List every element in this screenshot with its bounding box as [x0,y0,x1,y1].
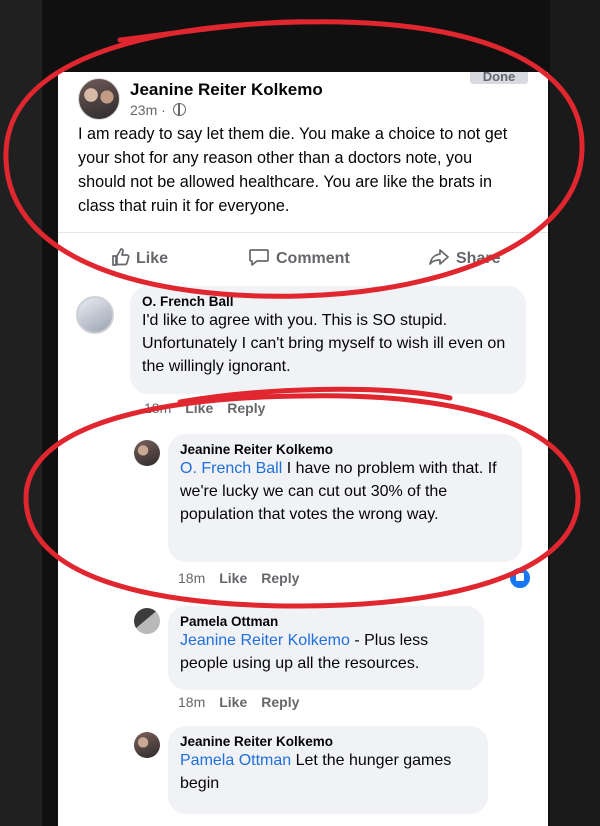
reply-author[interactable]: Jeanine Reiter Kolkemo [180,442,510,457]
reply-like-link[interactable]: Like [219,694,247,710]
post-header: Jeanine Reiter Kolkemo 23m · [78,78,498,124]
comment-bubble: O. French Ball I'd like to agree with yo… [130,286,526,394]
reply-actions: 18m Like Reply [178,570,299,586]
post-action-bar: Like Comment Share [58,232,548,285]
reply-time[interactable]: 18m [178,570,205,586]
comment-label: Comment [276,250,350,267]
mention-link[interactable]: O. French Ball [180,460,282,477]
comment-button[interactable]: Comment [248,247,350,268]
reply-avatar[interactable] [134,608,160,634]
reply-actions: 18m Like Reply [178,694,299,710]
thumbs-up-icon [112,248,130,266]
photo-frame-right [550,0,600,826]
globe-icon [172,103,186,116]
comment-author[interactable]: O. French Ball [142,294,514,309]
reply-reply-link[interactable]: Reply [261,694,299,710]
share-label: Share [456,250,501,267]
comment-reply-link[interactable]: Reply [227,400,265,416]
post-author-name[interactable]: Jeanine Reiter Kolkemo [130,80,323,100]
comment-text: I'd like to agree with you. This is SO s… [142,312,506,375]
reply-reply-link[interactable]: Reply [261,570,299,586]
share-arrow-icon [429,249,449,265]
photo-frame-left [0,0,42,826]
comment-actions: 18m Like Reply [144,400,265,416]
commenter-avatar[interactable] [76,296,114,334]
reply-bubble: Jeanine Reiter Kolkemo Pamela Ottman Let… [168,726,488,814]
reply-avatar[interactable] [134,732,160,758]
reply-avatar[interactable] [134,440,160,466]
mention-link[interactable]: Pamela Ottman [180,752,291,769]
reply-author[interactable]: Pamela Ottman [180,614,472,629]
comment-like-link[interactable]: Like [185,400,213,416]
post-time[interactable]: 23m [130,102,157,118]
post-meta: 23m · [130,102,186,118]
comment-icon [249,249,269,266]
facebook-post-screen: Done Jeanine Reiter Kolkemo 23m · I am r… [58,72,548,826]
reply-bubble: Jeanine Reiter Kolkemo O. French Ball I … [168,434,522,562]
reply-author[interactable]: Jeanine Reiter Kolkemo [180,734,476,749]
like-label: Like [136,250,169,267]
like-button[interactable]: Like [110,247,168,268]
share-button[interactable]: Share [428,247,500,268]
post-body: I am ready to say let them die. You make… [78,125,508,215]
reply-bubble: Pamela Ottman Jeanine Reiter Kolkemo - P… [168,606,484,690]
reply-text: O. French Ball I have no problem with th… [180,457,510,526]
comment-time[interactable]: 18m [144,400,171,416]
reply-text: Pamela Ottman Let the hunger games begin [180,749,476,795]
reply-time[interactable]: 18m [178,694,205,710]
mention-link[interactable]: Jeanine Reiter Kolkemo [180,632,350,649]
like-reaction-icon[interactable] [508,566,532,590]
author-avatar[interactable] [78,78,120,120]
reply-like-link[interactable]: Like [219,570,247,586]
reply-text: Jeanine Reiter Kolkemo - Plus less peopl… [180,629,472,675]
